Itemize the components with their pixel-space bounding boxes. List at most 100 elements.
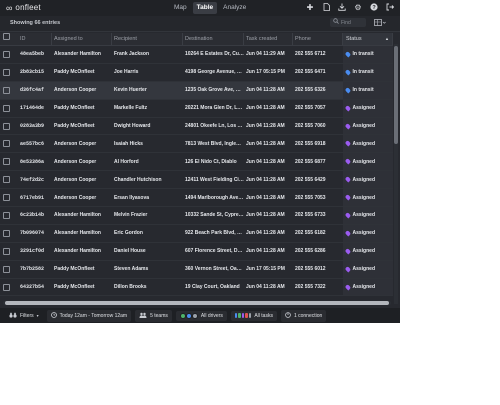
tab-table[interactable]: Table — [192, 2, 218, 14]
cell-recipient: Daniel House — [114, 248, 146, 255]
cell-destination: 12411 West Fielding Cir, Playa Vista — [185, 176, 244, 183]
column-header-assigned[interactable]: Assigned to — [52, 33, 112, 45]
column-header-destination[interactable]: Destination — [183, 33, 244, 45]
cell-status: Assigned — [343, 99, 393, 117]
row-checkbox[interactable] — [2, 50, 10, 58]
cell-destination: 126 El Nido Ct, Diablo — [185, 158, 237, 165]
table-row[interactable]: 7b096074 Alexander Hamilton Eric Gordon 922… — [0, 224, 393, 243]
status-pin-icon — [344, 69, 351, 76]
cell-status: In transit — [343, 46, 393, 63]
cell-destination: 4198 George Avenue, San Mateo — [185, 69, 244, 76]
cell-created: Jun 04 11:28 AM — [246, 87, 285, 94]
column-header-id[interactable]: ID — [12, 33, 52, 45]
row-checkbox[interactable] — [2, 86, 10, 94]
vertical-scrollbar[interactable] — [394, 44, 398, 304]
row-checkbox[interactable] — [2, 229, 10, 237]
table-row[interactable]: 3291cf0d Alexander Hamilton Daniel House 60… — [0, 242, 393, 261]
row-checkbox[interactable] — [2, 104, 10, 112]
connection-status[interactable]: 1 connection — [280, 309, 327, 322]
status-pin-icon — [344, 248, 351, 255]
filters-button[interactable]: Filters ▾ — [5, 310, 43, 322]
clock-icon — [50, 311, 57, 320]
cell-phone: 202 555 6733 — [295, 212, 326, 219]
vertical-scroll-thumb[interactable] — [394, 46, 398, 144]
cell-recipient: Dwight Howard — [114, 123, 151, 129]
table-row[interactable]: 8e53386a Anderson Cooper Al Horford 126 El … — [0, 153, 393, 172]
cell-recipient: Joe Harris — [114, 69, 139, 76]
table-row[interactable]: 7b7b2582 Paddy McOnfleet Steven Adams 360 V… — [0, 260, 393, 279]
tasks-filter[interactable]: All tasks — [230, 310, 277, 321]
cell-phone: 202 555 7057 — [295, 105, 326, 112]
cell-id: 48ea5beb — [20, 51, 45, 58]
table-row[interactable]: 64327b54 Paddy McOnfleet Dillon Brooks 19 C… — [0, 278, 393, 297]
column-header-phone[interactable]: Phone — [293, 33, 343, 45]
find-input[interactable] — [341, 18, 365, 27]
table-row[interactable]: 2b83cb15 Paddy McOnfleet Joe Harris 4198 Ge… — [0, 63, 393, 82]
table-row[interactable]: 171464de Paddy McOnfleet Markelle Fultz 202… — [0, 99, 393, 118]
row-select-cell — [0, 68, 12, 76]
footer-bar: Filters ▾ Today 12am - Tomorrow 12am 5 t… — [0, 308, 400, 323]
row-checkbox[interactable] — [2, 176, 10, 184]
cell-phone: 202 555 6429 — [295, 176, 326, 183]
cell-phone: 202 555 6182 — [295, 230, 326, 237]
cell-assigned: Alexander Hamilton — [54, 230, 101, 237]
teams-filter[interactable]: 5 teams — [135, 309, 172, 322]
row-checkbox[interactable] — [2, 265, 10, 273]
question-icon[interactable]: ? — [370, 3, 378, 14]
row-checkbox[interactable] — [2, 194, 10, 202]
cell-status: Assigned — [343, 153, 393, 171]
row-checkbox[interactable] — [2, 122, 10, 130]
table-row[interactable]: ae557bc6 Anderson Cooper Isaiah Hicks 7813 … — [0, 135, 393, 154]
time-range-filter[interactable]: Today 12am - Tomorrow 12am — [46, 309, 132, 322]
cell-phone: 202 555 6326 — [295, 87, 326, 94]
brand-logo[interactable]: ∞ onfleet — [6, 3, 41, 13]
row-select-cell — [0, 86, 12, 94]
table-row[interactable]: 48ea5beb Alexander Hamilton Frank Jackson 1… — [0, 46, 393, 64]
tab-map[interactable]: Map — [170, 2, 191, 14]
cell-destination: 24801 Okeefe Ln, Los Altos Hills — [185, 123, 244, 129]
column-header-recipient[interactable]: Recipient — [112, 33, 183, 45]
find-box[interactable] — [330, 18, 366, 27]
row-checkbox[interactable] — [2, 283, 10, 291]
select-all-checkbox[interactable] — [2, 33, 10, 40]
table-row[interactable]: 6717eb91 Anderson Cooper Ersan Ilyasova 149… — [0, 189, 393, 208]
horizontal-scrollbar[interactable] — [3, 301, 391, 305]
cell-recipient: Steven Adams — [114, 266, 149, 273]
status-label: Assigned — [352, 266, 376, 273]
row-checkbox[interactable] — [2, 247, 10, 255]
cell-created: Jun 04 11:28 AM — [246, 284, 285, 291]
cell-id: 8e53386a — [20, 158, 45, 165]
cell-created: Jun 04 11:28 AM — [246, 140, 285, 147]
row-select-cell — [0, 247, 12, 255]
document-icon[interactable] — [322, 3, 330, 14]
download-icon[interactable] — [338, 3, 346, 14]
table-row[interactable]: 0283a3b9 Paddy McOnfleet Dwight Howard 2480… — [0, 117, 393, 136]
cell-recipient: Melvin Frazier — [114, 212, 148, 219]
column-header-created[interactable]: Task created — [244, 33, 293, 45]
cell-assigned: Alexander Hamilton — [54, 248, 101, 255]
column-header-status[interactable]: Status ▲ — [343, 33, 393, 45]
table-row[interactable]: 6c23b14b Alexander Hamilton Melvin Frazier… — [0, 207, 393, 225]
table-row[interactable]: 74ef2d2c Anderson Cooper Chandler Hutchiso… — [0, 171, 393, 190]
gear-icon[interactable]: ⚙ — [354, 3, 362, 14]
cell-assigned: Anderson Cooper — [54, 176, 97, 183]
column-settings-icon[interactable] — [374, 19, 386, 29]
logout-icon[interactable] — [386, 3, 395, 14]
row-checkbox[interactable] — [2, 158, 10, 166]
plus-icon[interactable]: ✚ — [306, 3, 314, 14]
row-checkbox[interactable] — [2, 68, 10, 76]
cell-id: 0283a3b9 — [20, 123, 45, 129]
table-row[interactable]: d36fc4af Anderson Cooper Kevin Huerter 1235… — [0, 81, 393, 100]
tab-analyze[interactable]: Analyze — [219, 2, 250, 14]
cell-created: Jun 04 11:28 AM — [246, 158, 285, 165]
entries-count: Showing 66 entries — [10, 20, 61, 26]
row-select-cell — [0, 194, 12, 202]
row-checkbox[interactable] — [2, 211, 10, 219]
cell-created: Jun 17 05:15 PM — [246, 266, 285, 273]
onfleet-app: ∞ onfleet Map Table Analyze ✚ ⚙ ? Showin… — [0, 0, 400, 323]
horizontal-scroll-thumb[interactable] — [5, 301, 389, 305]
row-checkbox[interactable] — [2, 140, 10, 148]
cell-phone: 202 555 6012 — [295, 266, 326, 273]
drivers-filter[interactable]: All drivers — [175, 310, 227, 321]
cell-id: 7b7b2582 — [20, 266, 45, 273]
